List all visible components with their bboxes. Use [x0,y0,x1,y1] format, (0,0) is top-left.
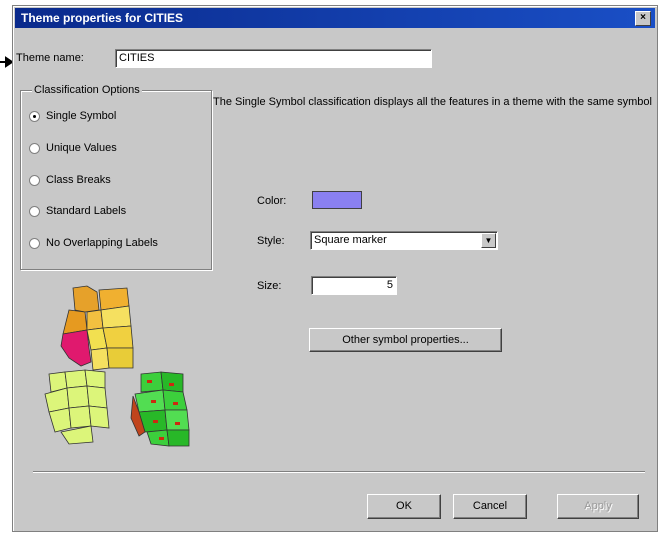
radio-class-breaks-indicator [29,174,40,186]
radio-class-breaks[interactable]: Class Breaks [29,174,111,186]
style-dropdown-value: Square marker [314,234,387,246]
classification-preview-maps-image [44,285,190,447]
chevron-down-icon[interactable]: ▼ [481,233,496,248]
theme-name-input[interactable]: CITIES [115,49,432,68]
style-label: Style: [257,235,285,247]
map-bottom-right [130,371,190,447]
title-bar: Theme properties for CITIES × [15,8,655,28]
color-swatch[interactable] [312,191,362,209]
map-top [60,285,134,371]
radio-unique-values-indicator [29,142,40,154]
apply-button[interactable]: Apply [557,494,639,519]
dialog-title: Theme properties for CITIES [21,11,184,25]
radio-unique-values[interactable]: Unique Values [29,142,117,154]
cancel-button[interactable]: Cancel [453,494,527,519]
size-input[interactable]: 5 [311,276,397,295]
style-dropdown[interactable]: Square marker ▼ [310,231,498,250]
radio-standard-labels-label: Standard Labels [46,205,127,217]
size-label: Size: [257,280,282,292]
radio-single-symbol-label: Single Symbol [46,110,117,122]
theme-name-label: Theme name: [16,52,84,64]
radio-class-breaks-label: Class Breaks [46,174,111,186]
classification-group-title: Classification Options [32,84,142,96]
radio-no-overlapping-labels-indicator [29,237,40,249]
close-button[interactable]: × [635,11,651,26]
radio-no-overlapping-labels-label: No Overlapping Labels [46,237,158,249]
theme-properties-dialog: Theme properties for CITIES × Theme name… [12,5,658,532]
radio-unique-values-label: Unique Values [46,142,117,154]
color-label: Color: [257,195,287,207]
radio-no-overlapping-labels[interactable]: No Overlapping Labels [29,237,158,249]
classification-description: The Single Symbol classification display… [213,96,652,108]
map-bottom-left [44,369,110,445]
other-symbol-properties-button[interactable]: Other symbol properties... [309,328,502,352]
ok-button[interactable]: OK [367,494,441,519]
footer-separator [33,471,645,473]
radio-single-symbol-indicator [29,110,40,122]
radio-standard-labels[interactable]: Standard Labels [29,205,126,217]
radio-standard-labels-indicator [29,205,40,217]
radio-single-symbol[interactable]: Single Symbol [29,110,116,122]
